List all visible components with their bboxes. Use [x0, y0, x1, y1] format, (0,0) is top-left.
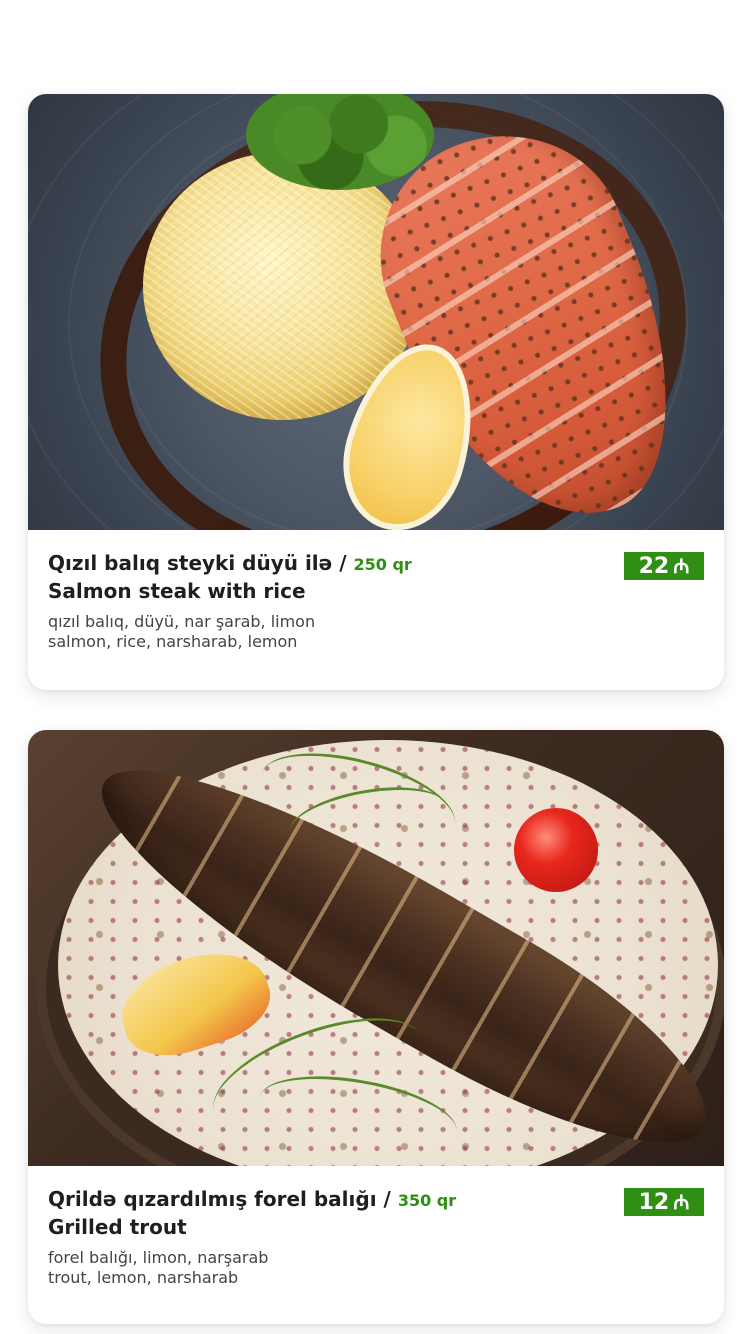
dish-photo-salmon	[28, 94, 724, 530]
dish-ingredients-en: salmon, rice, narsharab, lemon	[48, 632, 298, 651]
manat-icon: ₼	[673, 1190, 690, 1214]
menu-item-info: Qızıl balıq steyki düyü ilə / 250 qr Sal…	[48, 550, 704, 652]
price-badge: 12 ₼	[624, 1188, 704, 1216]
dish-weight: 250 qr	[353, 555, 412, 574]
dish-title-en: Salmon steak with rice	[48, 579, 306, 603]
dish-ingredients-en: trout, lemon, narsharab	[48, 1268, 239, 1287]
price-value: 22	[638, 554, 670, 579]
dish-photo-trout	[28, 730, 724, 1166]
dish-ingredients-az: qızıl balıq, düyü, nar şarab, limon	[48, 612, 316, 631]
menu-item-card[interactable]: Qrildə qızardılmış forel balığı / 350 qr…	[28, 730, 724, 1324]
price-badge: 22 ₼	[624, 552, 704, 580]
dish-title-az: Qızıl balıq steyki düyü ilə / 250 qr	[48, 551, 412, 575]
manat-icon: ₼	[673, 554, 690, 578]
dish-ingredients-az: forel balığı, limon, narşarab	[48, 1248, 269, 1267]
price-value: 12	[638, 1190, 670, 1215]
menu-item-info: Qrildə qızardılmış forel balığı / 350 qr…	[48, 1186, 704, 1288]
dish-weight: 350 qr	[397, 1191, 457, 1210]
dish-title-en: Grilled trout	[48, 1215, 187, 1239]
dish-title-az: Qrildə qızardılmış forel balığı / 350 qr	[48, 1187, 457, 1211]
menu-item-card[interactable]: Qızıl balıq steyki düyü ilə / 250 qr Sal…	[28, 94, 724, 690]
